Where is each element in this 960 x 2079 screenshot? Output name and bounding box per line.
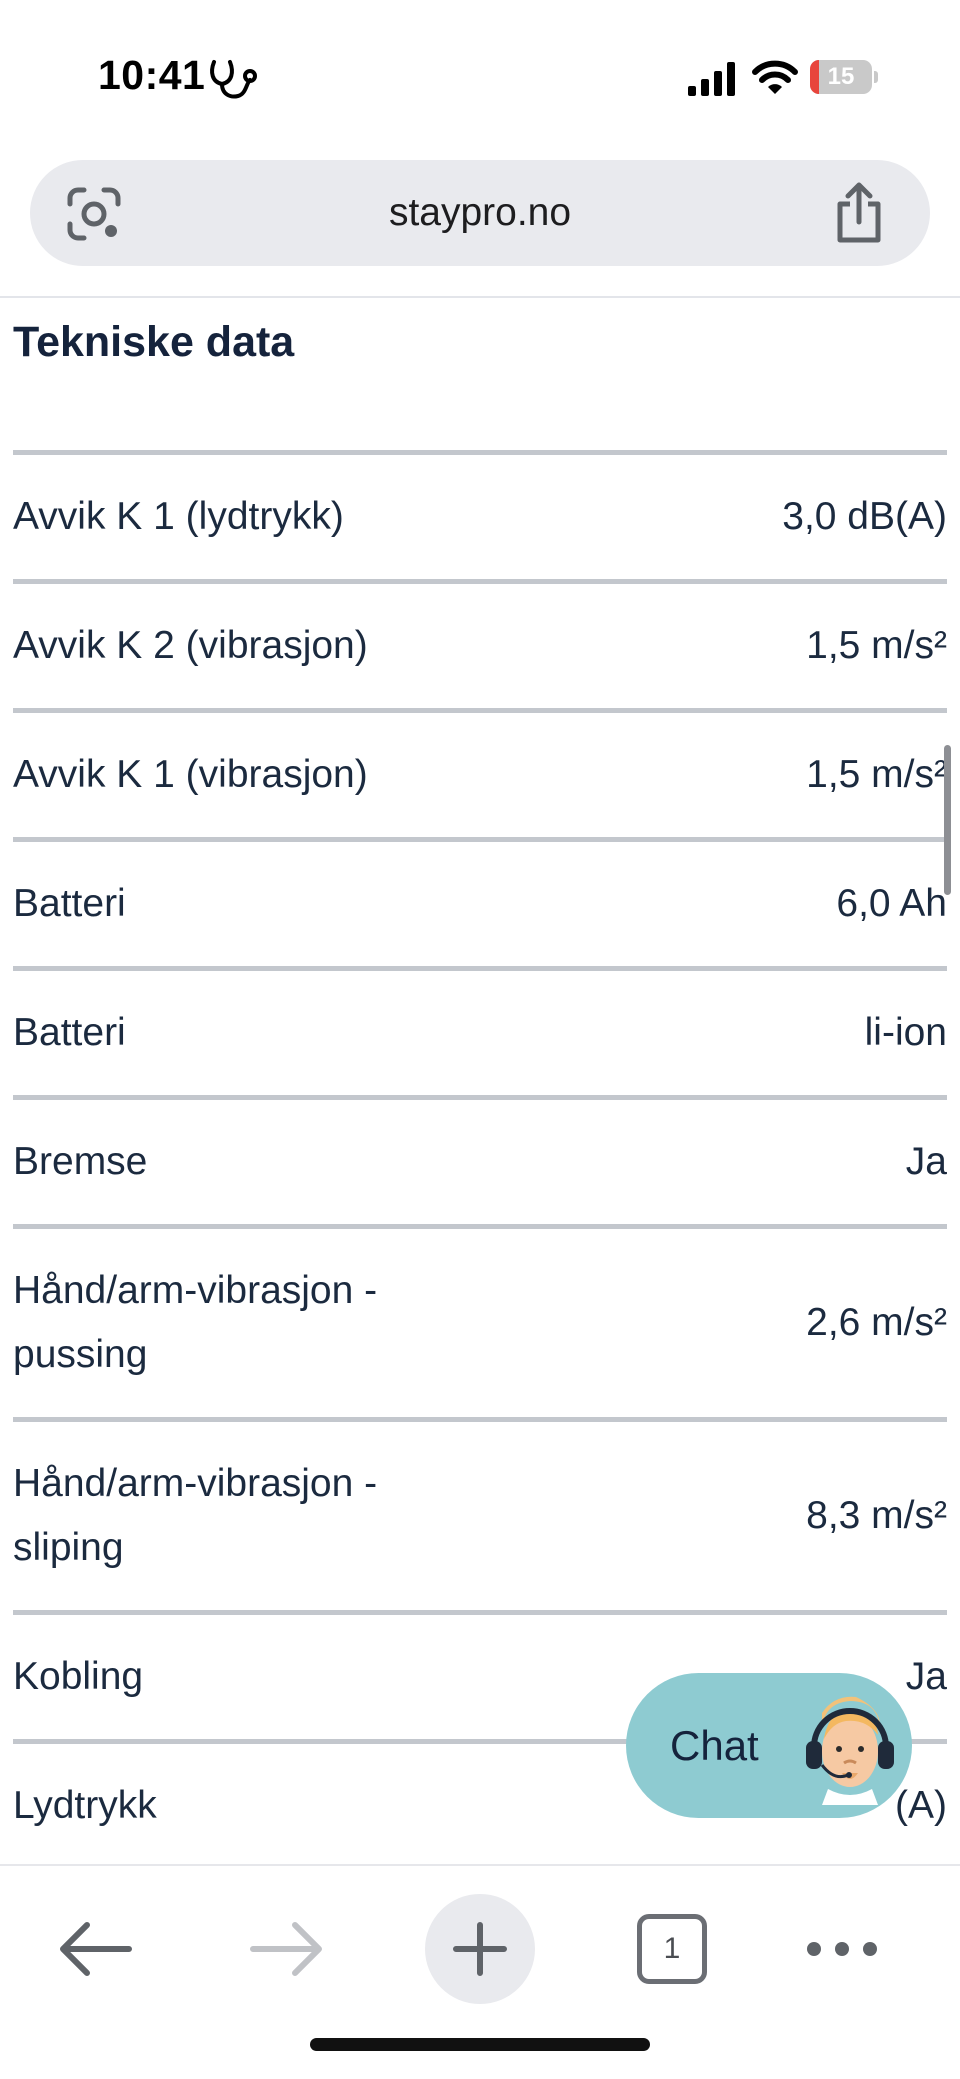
spec-row: Hånd/arm-vibrasjon - pussing 2,6 m/s²	[13, 1224, 947, 1417]
tab-count: 1	[637, 1914, 707, 1984]
spec-row: Batteri 6,0 Ah	[13, 837, 947, 966]
spec-row: Bremse Ja	[13, 1095, 947, 1224]
chat-button[interactable]: Chat	[626, 1673, 912, 1818]
spec-label: Lydtrykk	[13, 1784, 157, 1827]
more-options-button[interactable]	[787, 1894, 897, 2004]
url-text[interactable]: staypro.no	[30, 160, 930, 266]
spec-label: Hånd/arm-vibrasjon - sliping	[13, 1462, 378, 1569]
spec-row: Hånd/arm-vibrasjon - sliping 8,3 m/s²	[13, 1417, 947, 1610]
support-agent-avatar-icon	[806, 1696, 894, 1805]
spec-row: Avvik K 2 (vibrasjon) 1,5 m/s²	[13, 579, 947, 708]
back-button[interactable]	[40, 1894, 150, 2004]
spec-label: Avvik K 2 (vibrasjon)	[13, 624, 368, 667]
spec-row: Batteri li-ion	[13, 966, 947, 1095]
wifi-icon	[752, 60, 798, 94]
spec-value: Ja	[905, 1655, 947, 1698]
address-bar[interactable]: staypro.no	[30, 160, 930, 266]
header-divider	[0, 296, 960, 298]
cellular-signal-icon	[688, 62, 735, 96]
battery-icon: 15	[810, 60, 878, 94]
plus-icon	[453, 1922, 507, 1976]
chat-label: Chat	[670, 1722, 759, 1769]
spec-value: 6,0 Ah	[836, 882, 947, 925]
spec-value: Ja	[905, 1140, 947, 1183]
spec-row: Avvik K 1 (vibrasjon) 1,5 m/s²	[13, 708, 947, 837]
status-bar: 10:41 15	[0, 0, 960, 150]
spec-value: li-ion	[864, 1011, 947, 1054]
arrow-left-icon	[60, 1922, 132, 1976]
spec-value: 8,3 m/s²	[806, 1494, 947, 1537]
section-title: Tekniske data	[13, 318, 295, 366]
share-icon[interactable]	[832, 182, 886, 244]
spec-value: 3,0 dB(A)	[782, 495, 947, 538]
forward-button[interactable]	[232, 1894, 342, 2004]
stethoscope-icon	[210, 60, 257, 99]
spec-label: Avvik K 1 (lydtrykk)	[13, 495, 344, 538]
spec-value: 1,5 m/s²	[806, 753, 947, 796]
scrollbar-thumb[interactable]	[944, 745, 951, 895]
spec-table: Avvik K 1 (lydtrykk) 3,0 dB(A) Avvik K 2…	[13, 450, 947, 1868]
spec-label: Batteri	[13, 1011, 126, 1054]
spec-label: Kobling	[13, 1655, 144, 1698]
spec-value: 2,6 m/s²	[806, 1301, 947, 1344]
new-tab-button[interactable]	[425, 1894, 535, 2004]
spec-label: Hånd/arm-vibrasjon - pussing	[13, 1269, 378, 1376]
ellipsis-icon	[807, 1942, 877, 1956]
arrow-right-icon	[250, 1922, 322, 1976]
spec-label: Bremse	[13, 1140, 148, 1183]
spec-label: Batteri	[13, 882, 126, 925]
status-time: 10:41	[98, 52, 206, 98]
home-indicator	[310, 2038, 650, 2051]
spec-label: Avvik K 1 (vibrasjon)	[13, 753, 368, 796]
spec-row: Avvik K 1 (lydtrykk) 3,0 dB(A)	[13, 450, 947, 579]
tab-switcher-button[interactable]: 1	[617, 1894, 727, 2004]
battery-percentage: 15	[827, 63, 855, 90]
spec-value: 1,5 m/s²	[806, 624, 947, 667]
